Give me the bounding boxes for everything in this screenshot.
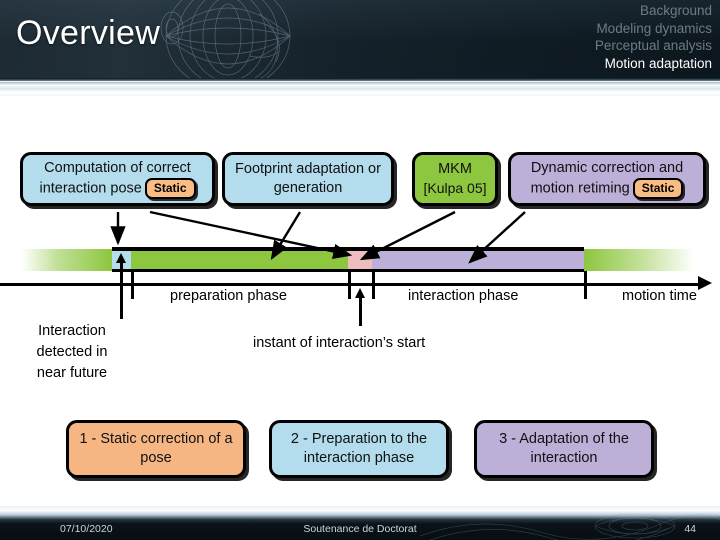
arrow-box4-to-interaction — [468, 211, 526, 264]
process-box-computation-of-correct-interaction-pose[interactable]: Computation of correct interaction pose S… — [20, 152, 215, 206]
axis-tick-interaction-a — [348, 271, 351, 299]
axis-label-preparation-phase: preparation phase — [170, 288, 287, 304]
section-nav: Background Modeling dynamics Perceptual … — [595, 2, 712, 72]
slide-header: Overview Background Modeling dynamics Pe… — [0, 0, 720, 78]
axis-tick-detection-b — [131, 271, 134, 299]
process-box-3-citation: [Kulpa 05] — [423, 180, 487, 196]
nav-item-modeling-dynamics[interactable]: Modeling dynamics — [595, 20, 712, 38]
slide-footer: 07/10/2020 Soutenance de Doctorat 44 — [0, 506, 720, 540]
summary-box-1-static-correction[interactable]: 1 - Static correction of a pose — [66, 420, 246, 478]
summary-box-3-text: 3 - Adaptation of the interaction — [499, 431, 629, 466]
axis-tick-motion-end — [584, 271, 587, 299]
arrow-box1-to-preparation-end — [149, 210, 353, 259]
page-title: Overview — [16, 14, 161, 52]
timeline-rail-bottom — [112, 269, 584, 272]
annotation-instant-of-interaction-start: instant of interaction’s start — [253, 335, 426, 351]
annotation-interaction-detected: Interaction detected in near future — [36, 323, 108, 381]
timeline-segment-motion-after — [584, 249, 694, 271]
axis-tick-interaction-b — [372, 271, 375, 299]
static-badge-1: Static — [144, 178, 196, 199]
timeline-rail-top — [112, 247, 584, 250]
timeline-segment-preparation — [131, 249, 348, 271]
arrow-mkm-to-preparation — [359, 210, 456, 261]
process-box-2-text: Footprint adaptation or generation — [235, 161, 381, 196]
timeline-axis — [0, 283, 700, 286]
process-box-4-label: Dynamic correction and motion retiming St… — [511, 159, 703, 199]
footer-page-number: 44 — [684, 523, 696, 535]
footer-title: Soutenance de Doctorat — [303, 523, 417, 535]
summary-box-3-adaptation[interactable]: 3 - Adaptation of the interaction — [474, 420, 654, 478]
slide: Overview Background Modeling dynamics Pe… — [0, 0, 720, 540]
timeline-segment-detection — [112, 249, 131, 271]
arrow-box2-to-preparation — [270, 211, 302, 261]
timeline-axis-arrowhead — [698, 276, 712, 290]
process-box-mkm[interactable]: MKM [Kulpa 05] — [412, 152, 498, 206]
summary-box-1-text: 1 - Static correction of a pose — [79, 431, 233, 466]
process-box-footprint-adaptation-or-generation[interactable]: Footprint adaptation or generation — [222, 152, 394, 206]
timeline-segment-contact — [348, 249, 372, 271]
timeline-segment-motion-before — [22, 249, 112, 271]
timeline-segment-interaction — [372, 249, 584, 271]
static-badge-2: Static — [632, 178, 684, 199]
axis-label-interaction-phase: interaction phase — [408, 288, 519, 304]
axis-tick-detection-a — [120, 271, 123, 319]
axis-label-motion-time: motion time — [622, 288, 697, 304]
process-box-3-text: MKM — [438, 161, 472, 177]
nav-item-background[interactable]: Background — [595, 2, 712, 20]
process-box-dynamic-correction-and-motion-retiming[interactable]: Dynamic correction and motion retiming St… — [508, 152, 706, 206]
nav-item-perceptual-analysis[interactable]: Perceptual analysis — [595, 37, 712, 55]
header-divider-band — [0, 78, 720, 96]
nav-item-motion-adaptation[interactable]: Motion adaptation — [595, 55, 712, 73]
summary-box-2-text: 2 - Preparation to the interaction phase — [290, 431, 428, 466]
summary-box-2-preparation[interactable]: 2 - Preparation to the interaction phase — [269, 420, 449, 478]
process-box-1-label: Computation of correct interaction pose S… — [23, 159, 212, 199]
